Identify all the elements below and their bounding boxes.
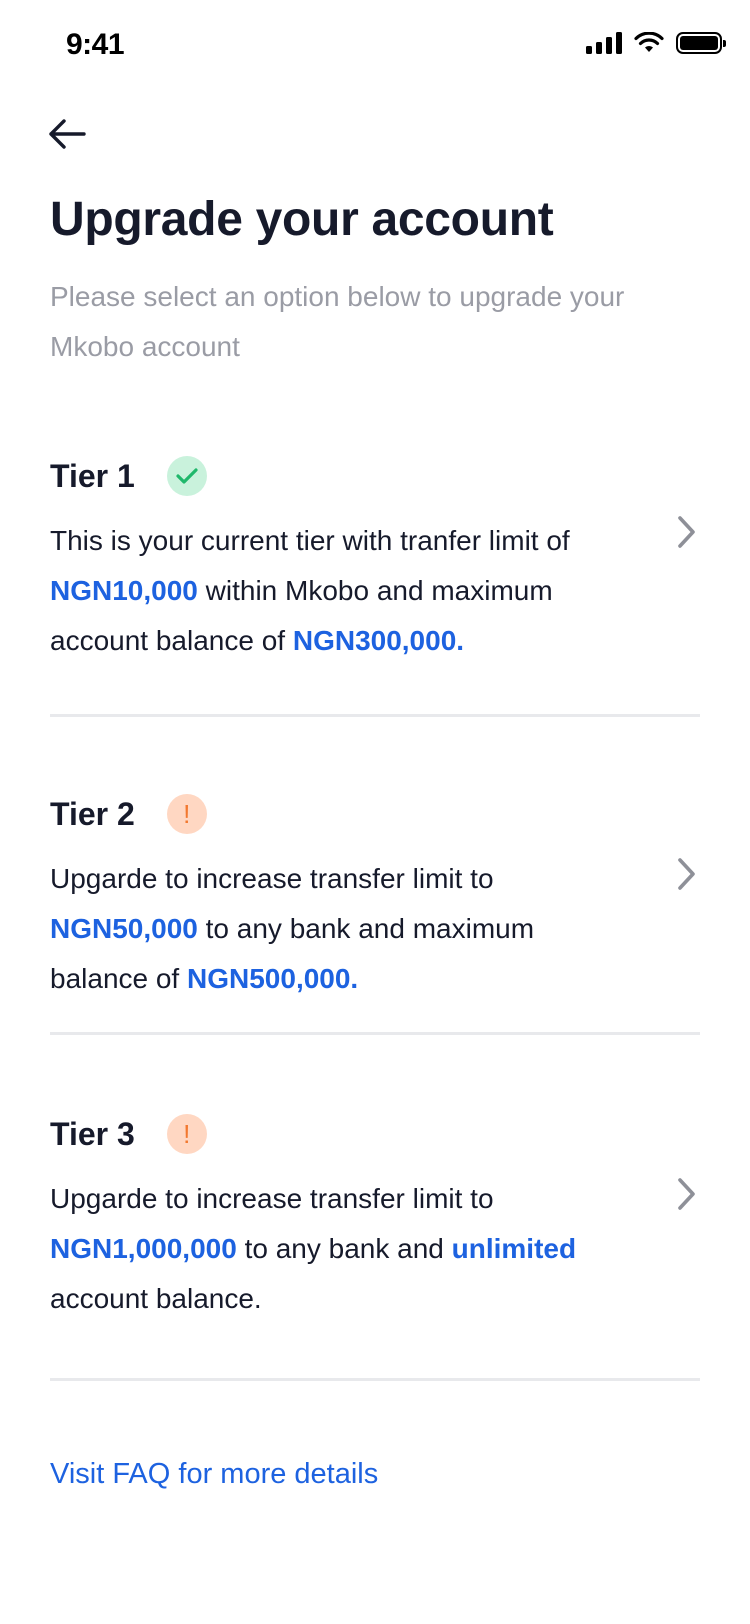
transfer-limit: NGN50,000	[50, 913, 198, 944]
transfer-limit: NGN1,000,000	[50, 1233, 237, 1264]
cellular-signal-icon	[586, 32, 622, 54]
chevron-right-icon	[678, 858, 695, 890]
faq-link[interactable]: Visit FAQ for more details	[50, 1458, 378, 1491]
battery-icon	[676, 32, 726, 54]
back-button[interactable]	[44, 114, 90, 154]
status-time: 9:41	[66, 28, 125, 61]
transfer-limit: NGN10,000	[50, 575, 198, 606]
tier-description: This is your current tier with tranfer l…	[50, 525, 570, 656]
tier-title: Tier 3	[50, 1115, 135, 1152]
page-title: Upgrade your account	[50, 193, 554, 246]
chevron-right-icon	[678, 516, 695, 548]
exclamation-icon: !	[166, 794, 207, 834]
chevron-right-icon	[678, 1178, 695, 1210]
page-subtitle: Please select an option below to upgrade…	[50, 281, 625, 362]
tier-1-option[interactable]: Tier 1 This is your current tier with tr…	[50, 454, 700, 666]
tier-title: Tier 2	[50, 795, 135, 832]
arrow-left-icon	[49, 119, 86, 149]
divider	[50, 1032, 700, 1035]
tier-description: Upgarde to increase transfer limit to NG…	[50, 863, 535, 994]
tier-title: Tier 1	[50, 457, 135, 494]
tier-2-option[interactable]: Tier 2 ! Upgarde to increase transfer li…	[50, 792, 700, 1004]
exclamation-icon: !	[166, 1114, 207, 1154]
wifi-icon	[634, 32, 664, 52]
status-icons	[586, 32, 726, 54]
status-bar: 9:41	[0, 0, 750, 92]
tier-3-option[interactable]: Tier 3 ! Upgarde to increase transfer li…	[50, 1112, 700, 1324]
divider	[50, 1378, 700, 1381]
max-balance: NGN300,000.	[292, 625, 465, 656]
tier-description: Upgarde to increase transfer limit to NG…	[50, 1183, 577, 1314]
max-balance: NGN500,000.	[187, 963, 359, 994]
max-balance: unlimited	[451, 1233, 577, 1264]
divider	[50, 714, 700, 717]
check-icon	[166, 456, 207, 496]
